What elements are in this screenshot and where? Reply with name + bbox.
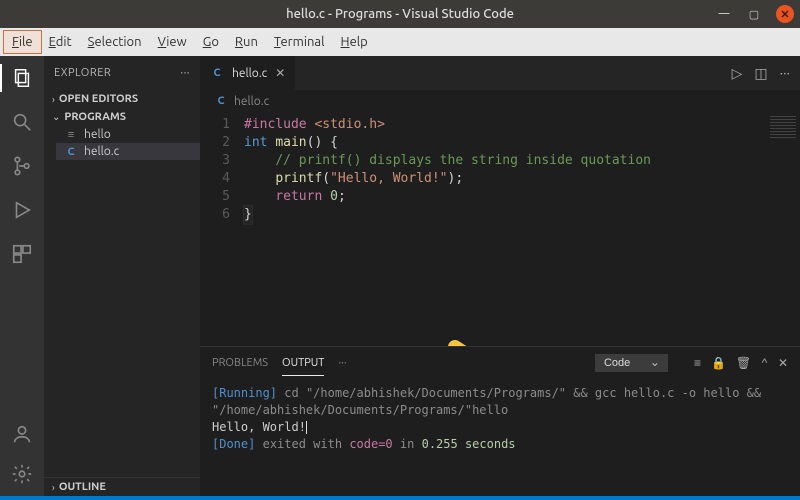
activity-bar <box>0 56 44 496</box>
search-icon[interactable] <box>8 108 36 136</box>
run-debug-icon[interactable] <box>8 196 36 224</box>
output-line: Hello, World! <box>212 419 788 436</box>
exit-code: code=0 <box>349 437 392 451</box>
status-bar[interactable] <box>0 496 800 500</box>
chevron-right-icon: › <box>52 482 55 493</box>
editor-group: C hello.c ✕ ▷ ◫ ··· C hello.c 123456 #in… <box>200 56 800 496</box>
window-titlebar: hello.c - Programs - Visual Studio Code … <box>0 0 800 28</box>
code-body[interactable]: #include <stdio.h>int main() { // printf… <box>244 112 800 346</box>
run-icon[interactable]: ▷ <box>732 65 743 82</box>
split-editor-icon[interactable]: ◫ <box>754 65 767 82</box>
menu-go[interactable]: Go <box>195 31 227 53</box>
output-body[interactable]: [Running] cd "/home/abhishek/Documents/P… <box>200 379 800 496</box>
file-hello-c[interactable]: Chello.c <box>56 143 200 160</box>
breadcrumb-label: hello.c <box>234 95 269 108</box>
gear-icon[interactable] <box>8 460 36 488</box>
account-icon[interactable] <box>8 420 36 448</box>
code-editor[interactable]: 123456 #include <stdio.h>int main() { //… <box>200 112 800 346</box>
output-stdout: Hello, World! <box>212 420 306 434</box>
menu-edit[interactable]: Edit <box>41 31 80 53</box>
line-gutter: 123456 <box>200 112 244 346</box>
tab-label: hello.c <box>232 67 267 80</box>
tabbar: C hello.c ✕ ▷ ◫ ··· <box>200 56 800 90</box>
bottom-panel: PROBLEMS OUTPUT ··· Code ≡ 🔒 🗑 ^ ✕ [Runn… <box>200 346 800 496</box>
tab-output[interactable]: OUTPUT <box>282 351 324 376</box>
menu-file[interactable]: File <box>4 31 41 53</box>
elapsed-time: 0.255 seconds <box>422 437 516 451</box>
minimize-button[interactable]: — <box>716 6 732 22</box>
menu-selection[interactable]: Selection <box>80 31 150 53</box>
binary-file-icon: ≡ <box>64 129 78 141</box>
explorer-sidebar: EXPLORER ··· › OPEN EDITORS ⌄ PROGRAMS ≡… <box>44 56 200 496</box>
c-file-icon: C <box>210 67 224 79</box>
file-label: hello <box>84 128 111 141</box>
source-control-icon[interactable] <box>8 152 36 180</box>
section-project[interactable]: ⌄ PROGRAMS <box>44 108 200 126</box>
window-title: hello.c - Programs - Visual Studio Code <box>286 7 514 21</box>
c-file-icon: C <box>64 146 78 158</box>
maximize-button[interactable]: ▢ <box>746 6 762 22</box>
cursor <box>306 421 307 434</box>
close-button[interactable]: ✕ <box>776 5 794 23</box>
more-icon[interactable]: ··· <box>180 67 190 79</box>
close-icon[interactable]: ✕ <box>275 66 285 80</box>
output-command: cd "/home/abhishek/Documents/Programs/" … <box>212 386 761 417</box>
menu-terminal[interactable]: Terminal <box>266 31 333 53</box>
menu-help[interactable]: Help <box>333 31 376 53</box>
more-icon[interactable]: ··· <box>780 65 790 81</box>
output-line: [Running] cd "/home/abhishek/Documents/P… <box>212 385 788 419</box>
close-panel-icon[interactable]: ✕ <box>778 356 788 370</box>
minimap[interactable] <box>766 112 800 346</box>
filter-icon[interactable]: ≡ <box>694 356 701 370</box>
chevron-down-icon: ⌄ <box>52 111 60 123</box>
output-line: [Done] exited with code=0 in 0.255 secon… <box>212 436 788 453</box>
menu-run[interactable]: Run <box>227 31 266 53</box>
section-open-editors[interactable]: › OPEN EDITORS <box>44 90 200 108</box>
running-label: [Running] <box>212 386 277 400</box>
done-label: [Done] <box>212 437 255 451</box>
file-hello[interactable]: ≡ hello <box>56 126 200 143</box>
chevron-up-icon[interactable]: ^ <box>761 357 768 370</box>
file-label: hello.c <box>84 145 119 158</box>
extensions-icon[interactable] <box>8 240 36 268</box>
clear-icon[interactable]: 🗑 <box>736 356 751 370</box>
sidebar-title: EXPLORER <box>54 67 111 79</box>
breadcrumb[interactable]: C hello.c <box>200 90 800 112</box>
tab-problems[interactable]: PROBLEMS <box>212 351 268 375</box>
tab-more[interactable]: ··· <box>338 351 346 375</box>
section-label: OPEN EDITORS <box>59 93 138 105</box>
output-channel-select[interactable]: Code <box>595 354 668 372</box>
section-label: OUTLINE <box>59 481 106 493</box>
section-label: PROGRAMS <box>64 111 126 123</box>
chevron-right-icon: › <box>52 94 55 105</box>
files-icon[interactable] <box>8 64 36 92</box>
section-outline[interactable]: › OUTLINE <box>44 477 200 496</box>
tab-hello-c[interactable]: C hello.c ✕ <box>200 56 295 90</box>
c-file-icon: C <box>214 95 228 107</box>
menubar: FileEditSelectionViewGoRunTerminalHelp <box>0 28 800 56</box>
menu-view[interactable]: View <box>150 31 195 53</box>
lock-icon[interactable]: 🔒 <box>711 356 726 370</box>
